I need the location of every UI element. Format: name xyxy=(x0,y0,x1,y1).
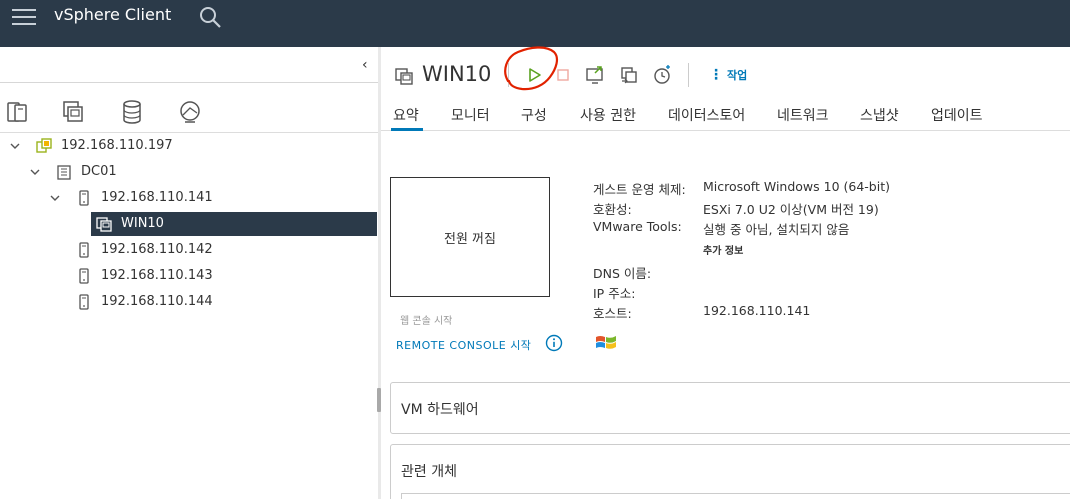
card-inner-panel xyxy=(401,493,1070,499)
tab-updates[interactable]: 업데이트 xyxy=(931,105,983,125)
tree-item-host[interactable]: 192.168.110.141 xyxy=(0,186,377,210)
chevron-down-icon[interactable] xyxy=(49,192,61,204)
menu-icon[interactable] xyxy=(12,6,36,28)
actions-menu-button[interactable]: ⋮ 작업 xyxy=(709,67,747,83)
toolbar-divider xyxy=(688,63,689,87)
launch-remote-console-link[interactable]: REMOTE CONSOLE 시작 xyxy=(396,337,531,353)
tab-permissions[interactable]: 사용 권한 xyxy=(580,105,636,125)
host-label: 호스트: xyxy=(593,306,632,321)
tree-item-host[interactable]: 192.168.110.142 xyxy=(0,238,377,262)
vmware-tools-value: 실행 중 아님, 설치되지 않음 xyxy=(703,222,850,237)
tab-monitor[interactable]: 모니터 xyxy=(451,105,490,125)
guest-os-label: 게스트 운영 체제: xyxy=(593,182,686,197)
host-icon xyxy=(79,242,89,258)
tree-item-label: WIN10 xyxy=(121,216,164,231)
more-vertical-icon: ⋮ xyxy=(709,67,723,83)
vm-detail-pane: WIN10 ⋮ 작업 요약 모니터 구성 사용 권한 데이터스토어 네트워크 스냅… xyxy=(381,47,1070,499)
actions-label: 작업 xyxy=(727,69,748,82)
vmware-tools-label: VMware Tools: xyxy=(593,219,682,234)
dns-name-label: DNS 이름: xyxy=(593,266,652,281)
tree-item-label: 192.168.110.141 xyxy=(101,190,213,205)
tree-item-vm-selected[interactable]: WIN10 xyxy=(91,212,377,236)
divider xyxy=(381,130,1070,131)
power-on-icon[interactable] xyxy=(525,65,545,85)
tree-item-host[interactable]: 192.168.110.144 xyxy=(0,290,377,314)
guest-os-value: Microsoft Windows 10 (64-bit) xyxy=(703,179,890,194)
more-info-link[interactable]: 추가 정보 xyxy=(703,242,743,257)
vm-icon xyxy=(96,217,112,232)
datacenter-icon xyxy=(57,165,71,180)
tree-item-vcenter[interactable]: 192.168.110.197 xyxy=(0,134,377,158)
tree-item-label: 192.168.110.197 xyxy=(61,138,173,153)
host-icon xyxy=(79,190,89,206)
vm-title: WIN10 xyxy=(422,62,492,86)
storage-icon[interactable] xyxy=(119,99,145,125)
vcenter-icon xyxy=(36,138,52,153)
collapse-pane-button[interactable]: ‹ xyxy=(362,57,368,73)
tree-item-label: DC01 xyxy=(81,164,117,179)
host-icon xyxy=(79,294,89,310)
tree-item-label: 192.168.110.144 xyxy=(101,294,213,309)
vms-and-templates-icon[interactable] xyxy=(60,99,86,125)
top-bar: vSphere Client xyxy=(0,0,1070,47)
vm-hardware-card[interactable]: VM 하드웨어 xyxy=(390,382,1070,434)
inventory-pane: ‹ 192.168.110.197 DC01 192.168.110.141 W… xyxy=(0,47,378,499)
vm-icon xyxy=(395,68,413,85)
divider xyxy=(0,82,378,83)
related-objects-card[interactable]: 관련 개체 xyxy=(390,444,1070,499)
toolbar-divider xyxy=(508,63,509,87)
tab-summary[interactable]: 요약 xyxy=(393,105,419,125)
active-tab-indicator xyxy=(391,128,423,131)
networking-icon[interactable] xyxy=(177,99,203,125)
card-title: 관련 개체 xyxy=(401,464,457,480)
tree-item-host[interactable]: 192.168.110.143 xyxy=(0,264,377,288)
chevron-down-icon[interactable] xyxy=(29,166,41,178)
host-value: 192.168.110.141 xyxy=(703,303,811,318)
card-title: VM 하드웨어 xyxy=(401,402,479,418)
info-icon[interactable] xyxy=(545,334,563,352)
app-title: vSphere Client xyxy=(54,5,172,24)
ip-address-label: IP 주소: xyxy=(593,286,636,301)
compatibility-label: 호환성: xyxy=(593,202,632,217)
chevron-down-icon[interactable] xyxy=(9,140,21,152)
tab-datastores[interactable]: 데이터스토어 xyxy=(668,105,745,125)
snapshot-icon[interactable] xyxy=(652,65,672,85)
windows-logo-icon xyxy=(596,336,616,349)
search-icon[interactable] xyxy=(198,5,222,29)
launch-console-icon[interactable] xyxy=(585,65,605,85)
hosts-and-clusters-icon[interactable] xyxy=(4,99,30,125)
tree-item-label: 192.168.110.142 xyxy=(101,242,213,257)
tab-snapshots[interactable]: 스냅샷 xyxy=(860,105,899,125)
power-off-icon[interactable] xyxy=(553,65,573,85)
tree-item-label: 192.168.110.143 xyxy=(101,268,213,283)
tree-item-datacenter[interactable]: DC01 xyxy=(0,160,377,184)
host-icon xyxy=(79,268,89,284)
launch-web-console-link[interactable]: 웹 콘솔 시작 xyxy=(400,312,452,327)
compatibility-value: ESXi 7.0 U2 이상(VM 버전 19) xyxy=(703,202,879,217)
power-state-label: 전원 꺼짐 xyxy=(444,231,496,247)
divider xyxy=(0,132,378,133)
tab-configure[interactable]: 구성 xyxy=(521,105,547,125)
vm-console-thumbnail[interactable]: 전원 꺼짐 xyxy=(390,177,550,297)
tab-networks[interactable]: 네트워크 xyxy=(777,105,829,125)
migrate-icon[interactable] xyxy=(619,65,639,85)
